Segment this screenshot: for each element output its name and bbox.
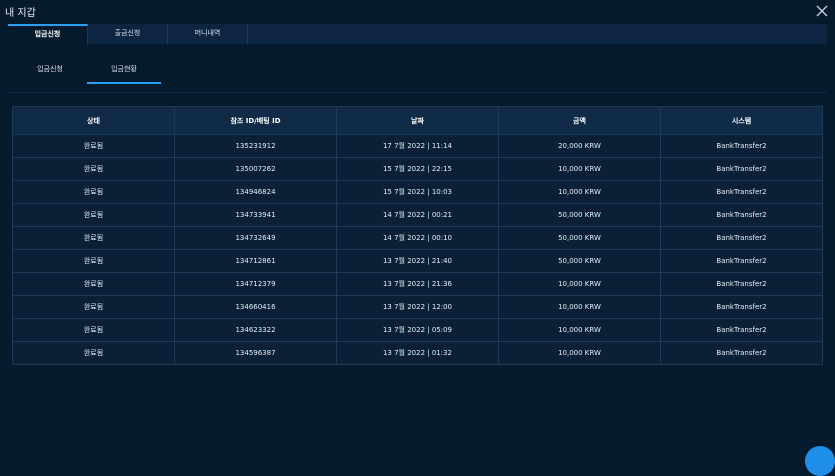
- amount-cell: 10,000 KRW: [498, 157, 661, 181]
- reference-id-cell: 134712861: [174, 249, 337, 273]
- date-cell: 15 7월 2022 | 22:15: [336, 157, 499, 181]
- date-cell: 17 7월 2022 | 11:14: [336, 134, 499, 158]
- status-cell: 완료됨: [12, 249, 175, 273]
- status-cell: 완료됨: [12, 295, 175, 319]
- column-header-system: 시스템: [660, 106, 823, 135]
- table-row: 완료됨 135231912 17 7월 2022 | 11:14 20,000 KRW…: [12, 134, 823, 158]
- deposit-status-table: 상태 참조 ID/배팅 ID 날짜 금액 시스템 완료됨 135231912 17 …: [12, 106, 823, 365]
- reference-id-cell: 134946824: [174, 180, 337, 204]
- amount-cell: 10,000 KRW: [498, 180, 661, 204]
- table-row: 완료됨 134712861 13 7월 2022 | 21:40 50,000 KRW…: [12, 249, 823, 273]
- amount-cell: 10,000 KRW: [498, 272, 661, 296]
- date-cell: 13 7월 2022 | 21:40: [336, 249, 499, 273]
- date-cell: 14 7월 2022 | 00:10: [336, 226, 499, 250]
- system-cell: BankTransfer2: [660, 272, 823, 296]
- system-cell: BankTransfer2: [660, 318, 823, 342]
- status-cell: 완료됨: [12, 226, 175, 250]
- amount-cell: 50,000 KRW: [498, 203, 661, 227]
- reference-id-cell: 134732649: [174, 226, 337, 250]
- system-cell: BankTransfer2: [660, 134, 823, 158]
- system-cell: BankTransfer2: [660, 341, 823, 365]
- tab-deposit-request[interactable]: 입금신청: [8, 24, 88, 44]
- reference-id-cell: 135007262: [174, 157, 337, 181]
- status-cell: 완료됨: [12, 203, 175, 227]
- status-cell: 완료됨: [12, 134, 175, 158]
- table-row: 완료됨 134946824 15 7월 2022 | 10:03 10,000 KRW…: [12, 180, 823, 204]
- system-cell: BankTransfer2: [660, 249, 823, 273]
- chat-button[interactable]: [805, 446, 835, 476]
- reference-id-cell: 134623322: [174, 318, 337, 342]
- date-cell: 13 7월 2022 | 12:00: [336, 295, 499, 319]
- date-cell: 13 7월 2022 | 05:09: [336, 318, 499, 342]
- status-cell: 완료됨: [12, 318, 175, 342]
- subtab-deposit-status[interactable]: 입금현황: [87, 60, 161, 84]
- amount-cell: 50,000 KRW: [498, 226, 661, 250]
- close-icon[interactable]: [815, 3, 829, 17]
- system-cell: BankTransfer2: [660, 180, 823, 204]
- status-cell: 완료됨: [12, 157, 175, 181]
- column-header-date: 날짜: [336, 106, 499, 135]
- status-cell: 완료됨: [12, 272, 175, 296]
- amount-cell: 10,000 KRW: [498, 341, 661, 365]
- reference-id-cell: 134712379: [174, 272, 337, 296]
- window-title: 내 지갑: [5, 8, 36, 19]
- table-row: 완료됨 134596387 13 7월 2022 | 01:32 10,000 KRW…: [12, 341, 823, 365]
- amount-cell: 10,000 KRW: [498, 295, 661, 319]
- table-row: 완료됨 134660416 13 7월 2022 | 12:00 10,000 KRW…: [12, 295, 823, 319]
- table-row: 완료됨 134732649 14 7월 2022 | 00:10 50,000 KRW…: [12, 226, 823, 250]
- date-cell: 15 7월 2022 | 10:03: [336, 180, 499, 204]
- date-cell: 14 7월 2022 | 00:21: [336, 203, 499, 227]
- reference-id-cell: 134733941: [174, 203, 337, 227]
- reference-id-cell: 134660416: [174, 295, 337, 319]
- date-cell: 13 7월 2022 | 01:32: [336, 341, 499, 365]
- table-row: 완료됨 134733941 14 7월 2022 | 00:21 50,000 KRW…: [12, 203, 823, 227]
- column-header-reference-id: 참조 ID/배팅 ID: [174, 106, 337, 135]
- tab-money-history[interactable]: 머니내역: [168, 24, 248, 44]
- table-row: 완료됨 134712379 13 7월 2022 | 21:36 10,000 KRW…: [12, 272, 823, 296]
- column-header-amount: 금액: [498, 106, 661, 135]
- title-bar: 내 지갑: [0, 0, 835, 22]
- column-header-status: 상태: [12, 106, 175, 135]
- reference-id-cell: 135231912: [174, 134, 337, 158]
- system-cell: BankTransfer2: [660, 203, 823, 227]
- system-cell: BankTransfer2: [660, 226, 823, 250]
- reference-id-cell: 134596387: [174, 341, 337, 365]
- status-cell: 완료됨: [12, 180, 175, 204]
- status-cell: 완료됨: [12, 341, 175, 365]
- amount-cell: 10,000 KRW: [498, 318, 661, 342]
- table-row: 완료됨 134623322 13 7월 2022 | 05:09 10,000 KRW…: [12, 318, 823, 342]
- section-divider: [8, 92, 827, 93]
- table-header-row: 상태 참조 ID/배팅 ID 날짜 금액 시스템: [12, 106, 823, 135]
- tab-withdraw-request[interactable]: 출금신청: [88, 24, 168, 44]
- main-tabs: 입금신청 출금신청 머니내역: [8, 24, 827, 44]
- system-cell: BankTransfer2: [660, 295, 823, 319]
- date-cell: 13 7월 2022 | 21:36: [336, 272, 499, 296]
- system-cell: BankTransfer2: [660, 157, 823, 181]
- amount-cell: 50,000 KRW: [498, 249, 661, 273]
- amount-cell: 20,000 KRW: [498, 134, 661, 158]
- table-row: 완료됨 135007262 15 7월 2022 | 22:15 10,000 KRW…: [12, 157, 823, 181]
- subtab-deposit-request[interactable]: 입금신청: [13, 60, 87, 84]
